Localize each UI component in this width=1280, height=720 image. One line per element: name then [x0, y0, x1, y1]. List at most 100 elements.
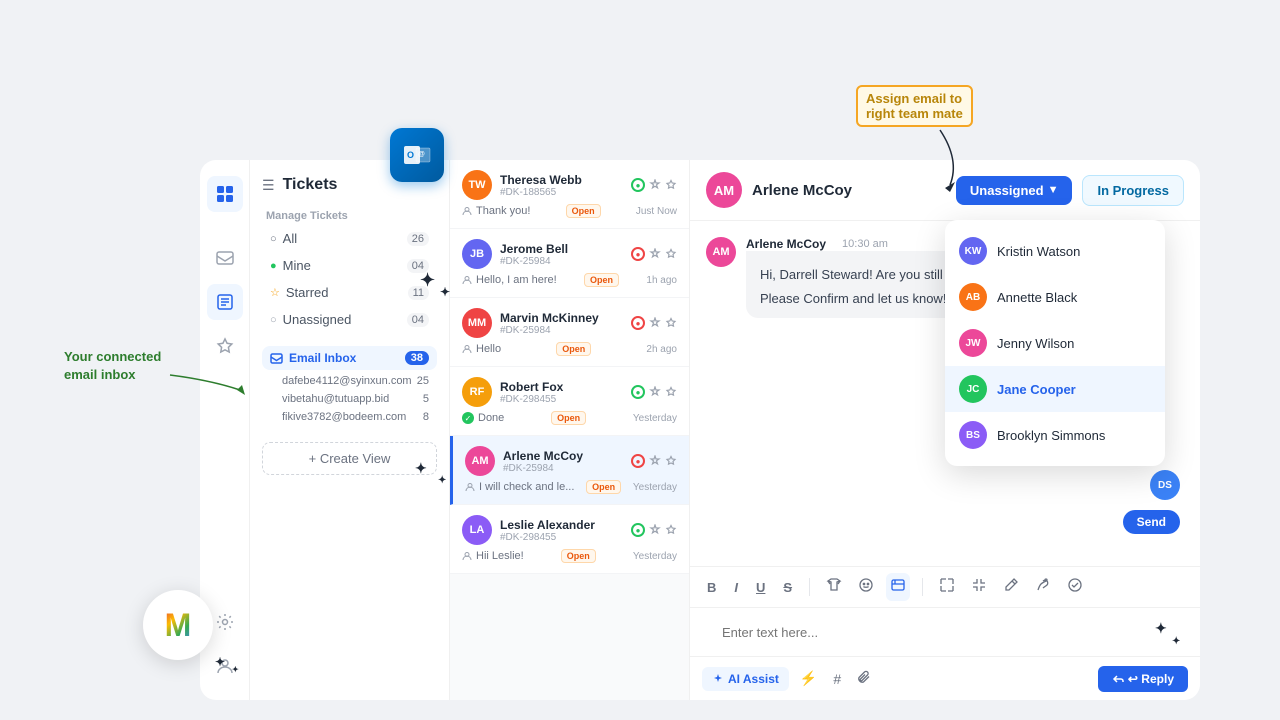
ticket-item[interactable]: MM Marvin McKinney #DK-25984 ● Hello Ope… — [450, 298, 689, 367]
reply-icon — [1112, 673, 1124, 685]
ticket-avatar: LA — [462, 515, 492, 545]
reply-text-input[interactable] — [706, 612, 1184, 652]
chat-avatar: AM — [706, 237, 736, 267]
expand-icon-button[interactable] — [935, 573, 959, 601]
sidebar-icon-logo[interactable] — [207, 176, 243, 212]
ticket-avatar: MM — [462, 308, 492, 338]
italic-button[interactable]: I — [729, 577, 743, 598]
nav-starred[interactable]: ☆ Starred 11 — [262, 280, 437, 305]
pin-icon — [649, 317, 661, 329]
nav-unassigned[interactable]: ○ Unassigned 04 — [262, 307, 437, 332]
main-header: AM Arlene McCoy Unassigned ▼ In Progress — [690, 160, 1200, 221]
annotation-assign-email: Assign email to right team mate — [856, 85, 973, 127]
right-avatar: DS — [1150, 470, 1180, 500]
unassigned-icon: ○ — [270, 314, 277, 326]
checkmark-icon-button[interactable] — [1063, 573, 1087, 601]
ticket-name: Leslie Alexander — [500, 518, 623, 532]
ticket-name: Theresa Webb — [500, 173, 623, 187]
user-small-icon — [462, 344, 472, 354]
horse-icon-button[interactable] — [1031, 573, 1055, 601]
sidebar-icon-star[interactable] — [207, 328, 243, 364]
ai-assist-button[interactable]: AI Assist — [702, 667, 789, 691]
assign-dropdown: KW Kristin Watson AB Annette Black JW Je… — [945, 220, 1165, 466]
ticket-status-badge: Open — [584, 273, 619, 287]
template-icon-button[interactable] — [822, 573, 846, 601]
create-view-button[interactable]: + Create View — [262, 442, 437, 475]
svg-text:@: @ — [418, 151, 425, 158]
dropdown-item-label: Annette Black — [997, 290, 1077, 305]
sub-email-3[interactable]: fikive3782@bodeem.com 8 — [262, 408, 437, 426]
unassigned-button[interactable]: Unassigned ▼ — [956, 176, 1073, 205]
dropdown-item-annette[interactable]: AB Annette Black — [945, 274, 1165, 320]
ticket-status-badge: Open — [561, 549, 596, 563]
ticket-item[interactable]: RF Robert Fox #DK-298455 ● ✓ Done Open — [450, 367, 689, 436]
text-input-area[interactable] — [690, 607, 1200, 656]
sub-email-2[interactable]: vibetahu@tutuapp.bid 5 — [262, 390, 437, 408]
dropdown-item-jane[interactable]: JC Jane Cooper — [945, 366, 1165, 412]
toolbar-separator — [809, 578, 810, 596]
dropdown-item-jenny[interactable]: JW Jenny Wilson — [945, 320, 1165, 366]
dropdown-item-brooklyn[interactable]: BS Brooklyn Simmons — [945, 412, 1165, 458]
gmail-icon[interactable]: M — [143, 590, 213, 660]
star-icon — [665, 455, 677, 467]
sidebar-icon-inbox[interactable] — [207, 240, 243, 276]
edit-icon-button[interactable] — [999, 573, 1023, 601]
strike-button[interactable]: S — [778, 577, 797, 598]
ticket-id: #DK-298455 — [500, 394, 623, 405]
nav-all[interactable]: ○ All 26 — [262, 226, 437, 251]
ticket-preview-text: Hello, I am here! — [476, 274, 557, 286]
email-icon — [270, 352, 283, 365]
lightning-button[interactable]: ⚡ — [795, 665, 822, 692]
pin-icon — [649, 524, 661, 536]
dropdown-item-label: Jane Cooper — [997, 382, 1076, 397]
ticket-status-badge: Open — [566, 204, 601, 218]
sidebar-icon-users[interactable] — [207, 648, 243, 684]
ticket-preview-text: Hello — [476, 343, 501, 355]
ticket-time: Yesterday — [633, 413, 677, 424]
done-icon: ✓ — [462, 412, 474, 424]
paperclip-button[interactable] — [852, 665, 876, 692]
ticket-name: Marvin McKinney — [500, 311, 623, 325]
bold-button[interactable]: B — [702, 577, 721, 598]
ticket-status-icon: ● — [631, 247, 645, 261]
ticket-time: 1h ago — [646, 275, 677, 286]
star-icon — [665, 248, 677, 260]
manage-tickets-label: Manage Tickets — [262, 210, 437, 222]
compress-icon-button[interactable] — [967, 573, 991, 601]
reply-button[interactable]: ↩ Reply — [1098, 666, 1188, 692]
ticket-status-icon: ● — [631, 523, 645, 537]
ticket-avatar: TW — [462, 170, 492, 200]
chat-sender-name: Arlene McCoy — [746, 237, 826, 251]
dropdown-item-label: Kristin Watson — [997, 244, 1080, 259]
ticket-status-badge: Open — [556, 342, 591, 356]
star-icon — [665, 524, 677, 536]
nav-mine[interactable]: ● Mine 04 — [262, 253, 437, 278]
ticket-avatar: JB — [462, 239, 492, 269]
starred-icon: ☆ — [270, 286, 280, 299]
outlook-icon[interactable]: O @ — [390, 128, 444, 182]
ticket-avatar: RF — [462, 377, 492, 407]
ticket-item[interactable]: JB Jerome Bell #DK-25984 ● Hello, I am h… — [450, 229, 689, 298]
emoji-icon-button[interactable] — [854, 573, 878, 601]
user-small-icon — [462, 551, 472, 561]
ticket-time: Just Now — [636, 206, 677, 217]
nav-email-inbox[interactable]: Email Inbox 38 — [262, 346, 437, 370]
ticket-item[interactable]: TW Theresa Webb #DK-188565 ● Thank you! … — [450, 160, 689, 229]
ticket-item-selected[interactable]: AM Arlene McCoy #DK-25984 ● I will check… — [450, 436, 689, 505]
star-icon — [665, 179, 677, 191]
underline-button[interactable]: U — [751, 577, 770, 598]
sub-email-1[interactable]: dafebe4112@syinxun.com 25 — [262, 372, 437, 390]
dropdown-item-kristin[interactable]: KW Kristin Watson — [945, 228, 1165, 274]
sidebar-icon-tickets[interactable] — [207, 284, 243, 320]
star-icon — [665, 317, 677, 329]
in-progress-button[interactable]: In Progress — [1082, 175, 1184, 206]
panel-title: Tickets — [283, 176, 338, 194]
ticket-name: Jerome Bell — [500, 242, 623, 256]
attachment-icon-button[interactable] — [886, 573, 910, 601]
ticket-preview-text: Hii Leslie! — [476, 550, 524, 562]
ticket-id: #DK-188565 — [500, 187, 623, 198]
ticket-item[interactable]: LA Leslie Alexander #DK-298455 ● Hii Les… — [450, 505, 689, 574]
hash-button[interactable]: # — [828, 666, 846, 692]
send-btn[interactable]: Send — [1123, 510, 1180, 534]
dropdown-avatar: JW — [959, 329, 987, 357]
